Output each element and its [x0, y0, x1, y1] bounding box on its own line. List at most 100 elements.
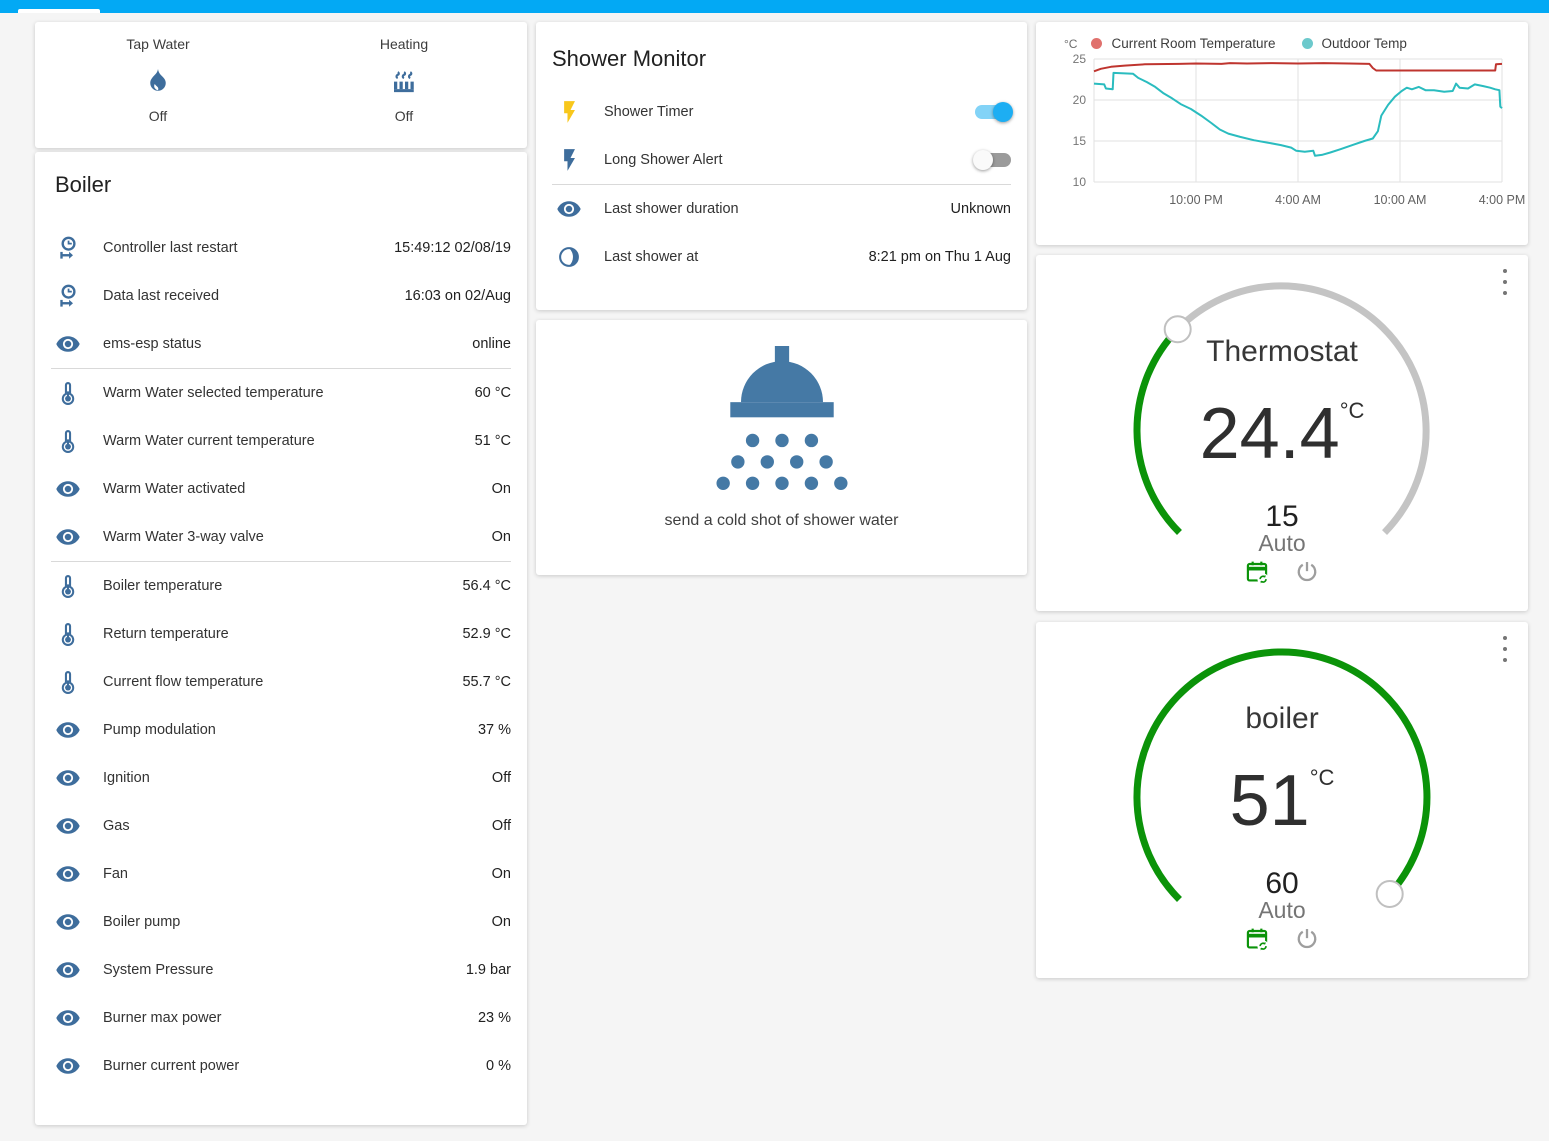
eye-icon: [556, 196, 582, 222]
row-label: Current flow temperature: [103, 674, 462, 690]
row-label: Burner max power: [103, 1010, 478, 1026]
list-item[interactable]: Long Shower Alert: [552, 136, 1011, 184]
calendar-sync-button[interactable]: [1244, 559, 1270, 585]
thermometer-icon: [55, 428, 81, 454]
fire-icon: [143, 66, 173, 96]
hvac-mode: Auto: [1036, 898, 1528, 922]
eye-icon: [55, 331, 81, 357]
eye-icon: [55, 476, 81, 502]
power-button[interactable]: [1294, 559, 1320, 585]
list-item[interactable]: Burner current power 0 %: [51, 1042, 511, 1090]
list-item[interactable]: Last shower at 8:21 pm on Thu 1 Aug: [552, 233, 1011, 281]
svg-text:10: 10: [1073, 175, 1087, 189]
svg-text:25: 25: [1073, 52, 1087, 66]
list-item[interactable]: Burner max power 23 %: [51, 994, 511, 1042]
row-value: On: [492, 529, 511, 545]
gauge-title: boiler: [1036, 702, 1528, 736]
row-label: Shower Timer: [604, 104, 975, 120]
active-view-tab[interactable]: [18, 9, 100, 13]
svg-text:20: 20: [1073, 93, 1087, 107]
list-item[interactable]: Warm Water activated On: [51, 465, 511, 513]
list-item[interactable]: Ignition Off: [51, 754, 511, 802]
boiler-card: Boiler Controller last restart 15:49:12 …: [35, 152, 527, 1125]
moon-icon: [556, 244, 582, 270]
clock-start-icon: [55, 283, 81, 309]
target-temperature: 60: [1036, 869, 1528, 899]
thermometer-icon: [55, 669, 81, 695]
long-shower-alert-toggle[interactable]: [975, 153, 1011, 167]
app-header-bar: [0, 0, 1549, 13]
kebab-menu-icon[interactable]: [1496, 632, 1514, 666]
status-label: Heating: [380, 36, 428, 52]
status-tap-water[interactable]: Tap Water Off: [35, 36, 281, 148]
eye-icon: [55, 1053, 81, 1079]
eye-icon: [55, 765, 81, 791]
row-label: Ignition: [103, 770, 492, 786]
list-item[interactable]: Controller last restart 15:49:12 02/08/1…: [51, 224, 511, 272]
status-state: Off: [149, 108, 167, 124]
power-button[interactable]: [1294, 926, 1320, 952]
list-item[interactable]: Last shower duration Unknown: [552, 185, 1011, 233]
row-label: Boiler pump: [103, 914, 492, 930]
shower-timer-toggle[interactable]: [975, 105, 1011, 119]
list-item[interactable]: Return temperature 52.9 °C: [51, 610, 511, 658]
list-item[interactable]: Warm Water selected temperature 60 °C: [51, 369, 511, 417]
row-value: 16:03 on 02/Aug: [405, 288, 511, 304]
row-value: 60 °C: [475, 385, 511, 401]
card-title: Shower Monitor: [552, 46, 1011, 72]
status-heating[interactable]: Heating Off: [281, 36, 527, 148]
calendar-sync-button[interactable]: [1244, 926, 1270, 952]
eye-icon: [55, 813, 81, 839]
list-item[interactable]: Fan On: [51, 850, 511, 898]
row-label: Warm Water current temperature: [103, 433, 475, 449]
row-value: Unknown: [951, 201, 1011, 217]
eye-icon: [55, 524, 81, 550]
dashboard: Tap Water Off Heating Off Boiler Control…: [0, 0, 1549, 1141]
temperature-unit: °C: [1310, 765, 1335, 790]
row-value: Off: [492, 818, 511, 834]
list-item[interactable]: Boiler pump On: [51, 898, 511, 946]
list-item[interactable]: System Pressure 1.9 bar: [51, 946, 511, 994]
list-item[interactable]: Warm Water 3-way valve On: [51, 513, 511, 561]
thermometer-icon: [55, 621, 81, 647]
row-value: online: [472, 336, 511, 352]
thermostat-gauge-card: Thermostat 24.4°C 15 Auto: [1036, 255, 1528, 611]
shower-toggles-section: Shower Timer Long Shower Alert: [552, 88, 1011, 184]
row-value: 23 %: [478, 1010, 511, 1026]
thermometer-icon: [55, 573, 81, 599]
list-item[interactable]: Pump modulation 37 %: [51, 706, 511, 754]
list-item[interactable]: Warm Water current temperature 51 °C: [51, 417, 511, 465]
legend-label: Outdoor Temp: [1322, 36, 1407, 51]
list-item[interactable]: Current flow temperature 55.7 °C: [51, 658, 511, 706]
chart-legend: °C Current Room Temperature Outdoor Temp: [1050, 36, 1514, 51]
legend-item-room-temp[interactable]: Current Room Temperature: [1091, 36, 1275, 51]
kebab-menu-icon[interactable]: [1496, 265, 1514, 299]
list-item[interactable]: Boiler temperature 56.4 °C: [51, 562, 511, 610]
row-label: ems-esp status: [103, 336, 472, 352]
legend-item-outdoor[interactable]: Outdoor Temp: [1302, 36, 1407, 51]
shower-head-icon: [715, 346, 849, 502]
temperature-history-card: °C Current Room Temperature Outdoor Temp…: [1036, 22, 1528, 245]
svg-text:10:00 PM: 10:00 PM: [1169, 193, 1223, 207]
list-item[interactable]: Shower Timer: [552, 88, 1011, 136]
row-label: Warm Water 3-way valve: [103, 529, 492, 545]
row-value: 37 %: [478, 722, 511, 738]
cold-shot-button-card[interactable]: send a cold shot of shower water: [536, 320, 1027, 575]
card-title: Boiler: [55, 172, 511, 198]
row-value: Off: [492, 770, 511, 786]
eye-icon: [55, 861, 81, 887]
row-label: Warm Water selected temperature: [103, 385, 475, 401]
flash-icon: [556, 99, 582, 125]
current-temperature: 51°C: [1036, 760, 1528, 842]
history-chart: 2520151010:00 PM4:00 AM10:00 AM4:00 PM: [1050, 51, 1512, 219]
row-label: Return temperature: [103, 626, 462, 642]
row-label: System Pressure: [103, 962, 466, 978]
row-value: 52.9 °C: [462, 626, 511, 642]
list-item[interactable]: Data last received 16:03 on 02/Aug: [51, 272, 511, 320]
row-label: Gas: [103, 818, 492, 834]
list-item[interactable]: Gas Off: [51, 802, 511, 850]
list-item[interactable]: ems-esp status online: [51, 320, 511, 368]
row-value: 56.4 °C: [462, 578, 511, 594]
row-label: Fan: [103, 866, 492, 882]
shower-info-section: Last shower duration Unknown Last shower…: [552, 184, 1011, 281]
